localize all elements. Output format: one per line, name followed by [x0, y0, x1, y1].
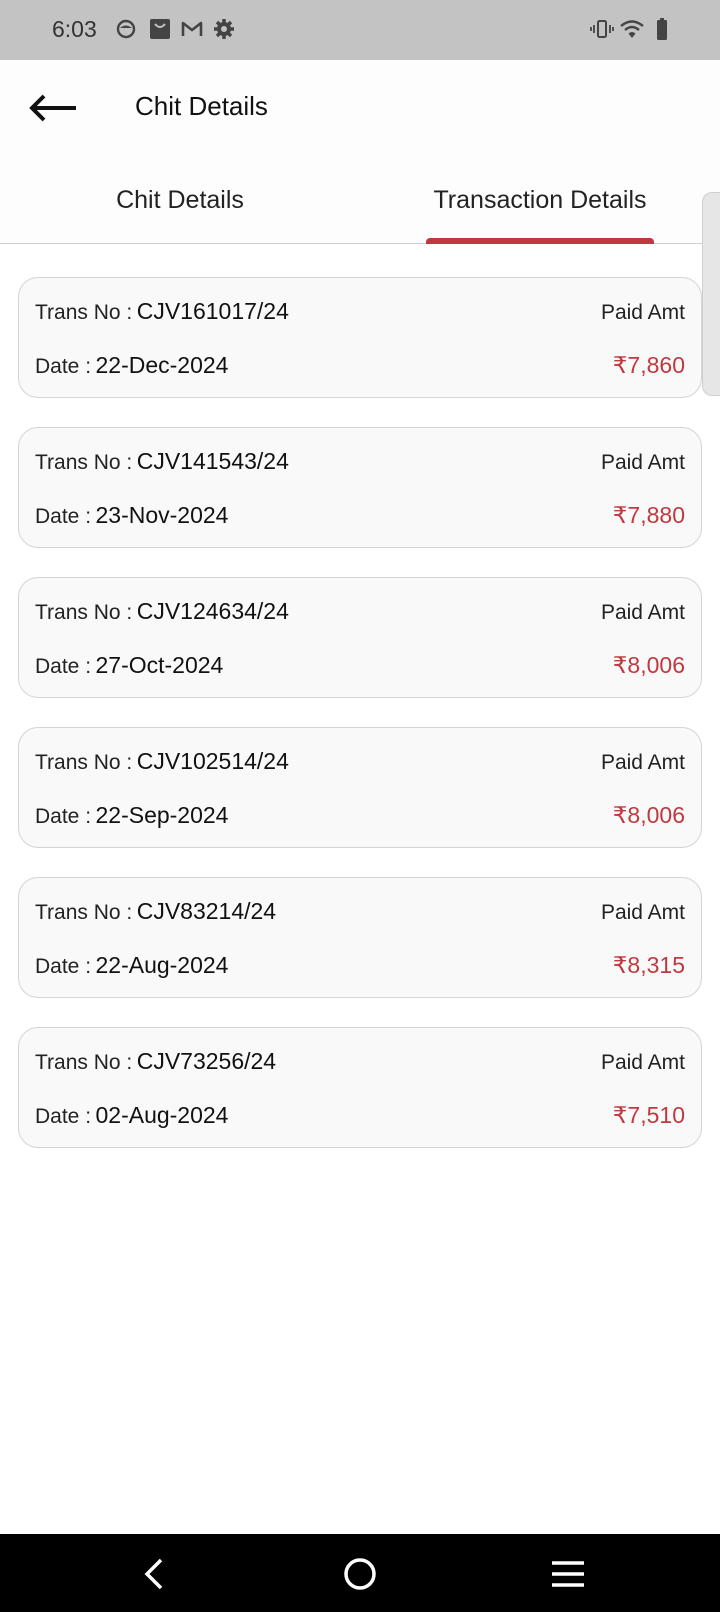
- paid-amount: ₹7,880: [612, 502, 685, 528]
- date-value: 23-Nov-2024: [95, 502, 229, 528]
- scroll-handle[interactable]: [702, 192, 720, 396]
- paid-amount: ₹7,510: [612, 1102, 685, 1128]
- app-icon: [114, 17, 138, 41]
- date-value: 02-Aug-2024: [95, 1102, 229, 1128]
- transaction-card[interactable]: Trans No : CJV124634/24 Paid Amt Date : …: [18, 577, 702, 698]
- date-label: Date :: [35, 805, 92, 828]
- transaction-card[interactable]: Trans No : CJV73256/24 Paid Amt Date : 0…: [18, 1027, 702, 1148]
- trans-no-value: CJV83214/24: [136, 898, 277, 924]
- navigation-bar: [0, 1534, 720, 1612]
- transaction-card[interactable]: Trans No : CJV161017/24 Paid Amt Date : …: [18, 277, 702, 398]
- paid-amt-label: Paid Amt: [600, 301, 685, 324]
- trans-no-label: Trans No :: [35, 451, 133, 474]
- menu-nav-icon: [552, 1561, 584, 1587]
- trans-no-value: CJV161017/24: [136, 298, 289, 324]
- paid-amt-label: Paid Amt: [600, 1051, 685, 1074]
- active-tab-indicator: [426, 238, 654, 244]
- date-value: 22-Sep-2024: [95, 802, 229, 828]
- tab-chit-details[interactable]: Chit Details: [0, 156, 360, 244]
- transaction-card[interactable]: Trans No : CJV83214/24 Paid Amt Date : 2…: [18, 877, 702, 998]
- back-nav-icon: [144, 1558, 163, 1590]
- bag-icon: [148, 17, 172, 41]
- trans-no-value: CJV102514/24: [136, 748, 289, 774]
- date-label: Date :: [35, 655, 92, 678]
- transaction-list: Trans No : CJV161017/24 Paid Amt Date : …: [18, 277, 702, 1177]
- paid-amt-label: Paid Amt: [600, 901, 685, 924]
- trans-no-label: Trans No :: [35, 1051, 133, 1074]
- date-label: Date :: [35, 955, 92, 978]
- date-label: Date :: [35, 505, 92, 528]
- status-bar: 6:03: [0, 0, 720, 60]
- transaction-card[interactable]: Trans No : CJV102514/24 Paid Amt Date : …: [18, 727, 702, 848]
- paid-amt-label: Paid Amt: [600, 451, 685, 474]
- home-nav-icon: [344, 1558, 376, 1590]
- date-value: 22-Aug-2024: [95, 952, 229, 978]
- paid-amount: ₹8,315: [612, 952, 685, 978]
- menu-nav-button[interactable]: [544, 1550, 592, 1598]
- trans-no-label: Trans No :: [35, 751, 133, 774]
- trans-no-label: Trans No :: [35, 601, 133, 624]
- tab-transaction-details[interactable]: Transaction Details: [360, 156, 720, 244]
- page-title: Chit Details: [135, 91, 268, 121]
- trans-no-value: CJV141543/24: [136, 448, 289, 474]
- settings-icon: [212, 17, 236, 41]
- transaction-card[interactable]: Trans No : CJV141543/24 Paid Amt Date : …: [18, 427, 702, 548]
- date-value: 22-Dec-2024: [95, 352, 229, 378]
- trans-no-value: CJV124634/24: [136, 598, 289, 624]
- wifi-icon: [620, 17, 644, 41]
- trans-no-label: Trans No :: [35, 901, 133, 924]
- paid-amount: ₹8,006: [612, 652, 685, 678]
- trans-no-label: Trans No :: [35, 301, 133, 324]
- paid-amount: ₹7,860: [612, 352, 685, 378]
- paid-amt-label: Paid Amt: [600, 751, 685, 774]
- back-nav-button[interactable]: [130, 1550, 178, 1598]
- back-button[interactable]: [26, 84, 80, 132]
- battery-icon: [650, 17, 674, 41]
- paid-amt-label: Paid Amt: [600, 601, 685, 624]
- date-value: 27-Oct-2024: [95, 652, 224, 678]
- arrow-left-icon: [29, 94, 76, 122]
- gmail-icon: [180, 17, 204, 41]
- trans-no-value: CJV73256/24: [136, 1048, 277, 1074]
- tab-bar: Chit Details Transaction Details: [0, 156, 720, 244]
- status-time: 6:03: [52, 16, 97, 42]
- app-bar: Chit Details: [0, 60, 720, 156]
- paid-amount: ₹8,006: [612, 802, 685, 828]
- date-label: Date :: [35, 1105, 92, 1128]
- date-label: Date :: [35, 355, 92, 378]
- vibrate-icon: [590, 17, 614, 41]
- home-nav-button[interactable]: [336, 1550, 384, 1598]
